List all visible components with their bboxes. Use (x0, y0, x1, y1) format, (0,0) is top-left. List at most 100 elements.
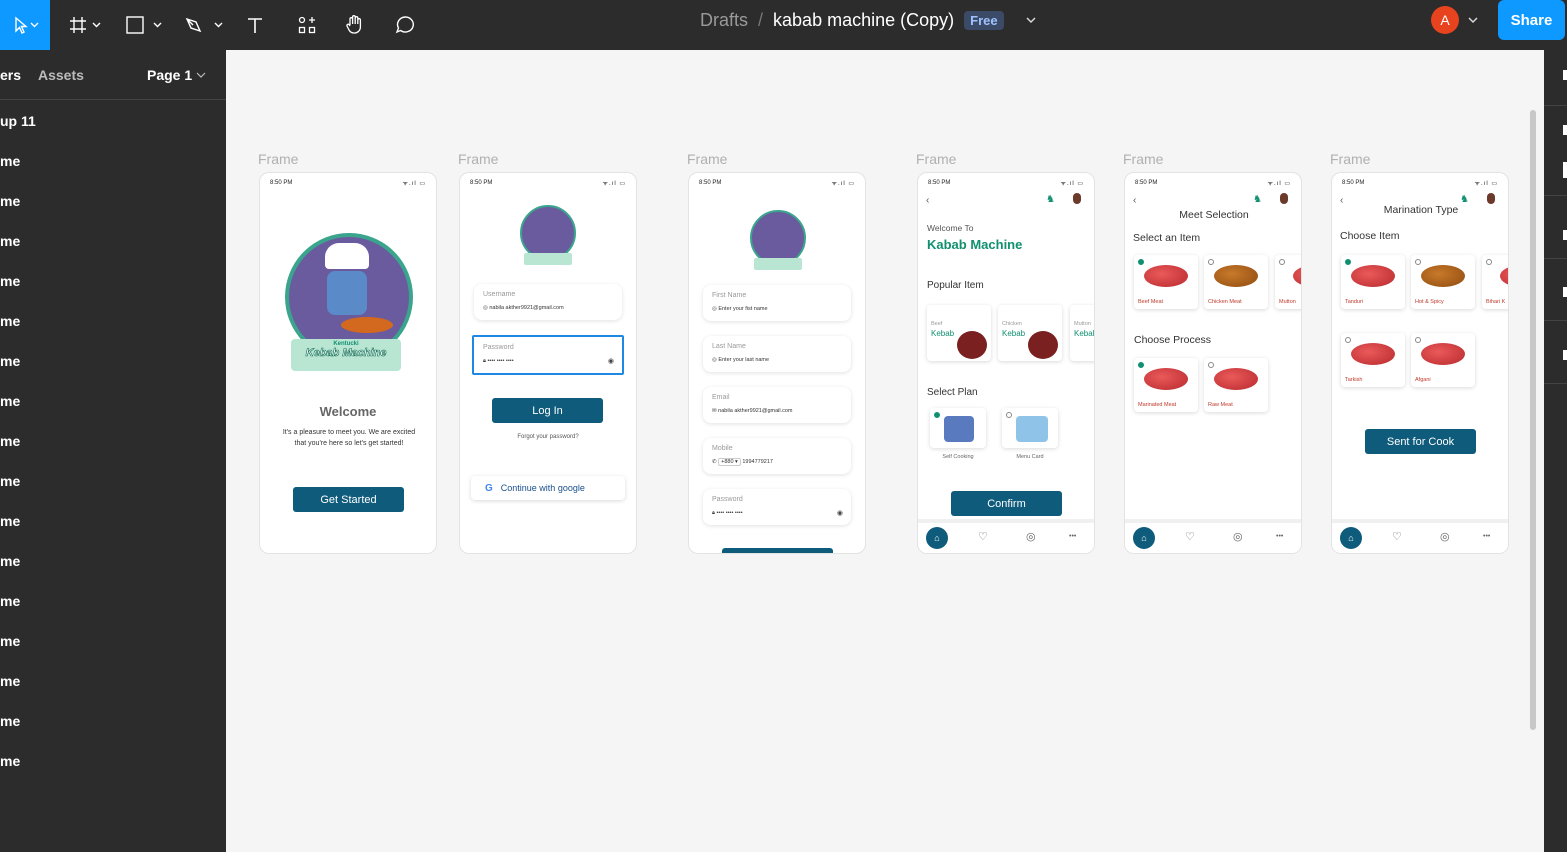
heart-icon[interactable]: ♡ (1392, 530, 1402, 543)
username-field[interactable]: Username ◎ nabila akther9921@gmail.com (474, 284, 622, 320)
bell-icon[interactable]: ♞ (1046, 194, 1055, 205)
panel-mark[interactable] (1563, 70, 1567, 80)
marination-card-afgani[interactable]: Afgani (1411, 333, 1475, 387)
back-chevron-icon[interactable]: ‹ (926, 195, 929, 206)
frame-welcome[interactable]: 8:50 PM ᯤ.ıl ▭ Kentucki Kebab Machine We… (259, 172, 437, 554)
tab-layers[interactable]: ers (0, 67, 21, 83)
frame-login[interactable]: 8:50 PM ᯤ.ıl ▭ Username ◎ nabila akther9… (459, 172, 637, 554)
tab-assets[interactable]: Assets (38, 67, 84, 83)
more-icon[interactable]: ••• (1276, 533, 1283, 540)
frame-label[interactable]: Frame (1330, 151, 1370, 167)
hand-tool-button[interactable] (342, 0, 368, 50)
item-radio[interactable] (1208, 259, 1214, 265)
plan-card-self-cooking[interactable] (930, 408, 986, 448)
profile-avatar[interactable] (1487, 193, 1495, 204)
bell-icon[interactable]: ♞ (1253, 194, 1262, 205)
heart-icon[interactable]: ♡ (978, 530, 988, 543)
layer-item[interactable]: me (0, 553, 20, 569)
back-chevron-icon[interactable]: ‹ (1133, 195, 1136, 206)
shape-tool-button[interactable] (122, 0, 164, 50)
item-radio[interactable] (1486, 259, 1492, 265)
country-code-select[interactable]: +880 ▾ (718, 458, 741, 466)
avatar-chevron-down-icon[interactable] (1466, 14, 1480, 26)
marination-card-tanduri[interactable]: Tanduri (1341, 255, 1405, 309)
frame-label[interactable]: Frame (1123, 151, 1163, 167)
signup-button-partial[interactable] (722, 548, 833, 553)
layer-item[interactable]: me (0, 513, 20, 529)
layer-item[interactable]: me (0, 753, 20, 769)
text-tool-button[interactable] (242, 0, 268, 50)
plan-radio[interactable] (1006, 412, 1012, 418)
layer-item[interactable]: me (0, 153, 20, 169)
login-button[interactable]: Log In (492, 398, 603, 423)
frame-label[interactable]: Frame (458, 151, 498, 167)
frame-signup[interactable]: 8:50 PM ᯤ.ıl ▭ First Name ◎ Enter your f… (688, 172, 866, 554)
canvas-scrollbar[interactable] (1530, 110, 1536, 730)
process-radio[interactable] (1208, 362, 1214, 368)
item-radio[interactable] (1415, 259, 1421, 265)
heart-icon[interactable]: ♡ (1185, 530, 1195, 543)
email-field[interactable]: Email ✉ nabila akther9921@gmail.com (703, 387, 851, 423)
frame-label[interactable]: Frame (916, 151, 956, 167)
layer-item[interactable]: me (0, 393, 20, 409)
first-name-field[interactable]: First Name ◎ Enter your fist name (703, 285, 851, 321)
page-selector[interactable]: Page 1 (147, 67, 207, 83)
home-icon[interactable]: ⌂ (926, 527, 948, 549)
google-login-button[interactable]: G Continue with google (471, 476, 625, 500)
process-card-raw[interactable]: Raw Meat (1204, 358, 1268, 412)
chevron-down-icon[interactable] (1020, 13, 1042, 27)
home-icon[interactable]: ⌂ (1133, 527, 1155, 549)
last-name-field[interactable]: Last Name ◎ Enter your last name (703, 336, 851, 372)
profile-icon[interactable]: ◎ (1440, 530, 1450, 543)
plan-badge[interactable]: Free (964, 10, 1004, 30)
more-icon[interactable]: ••• (1069, 533, 1076, 540)
plan-radio[interactable] (934, 412, 940, 418)
panel-mark[interactable] (1563, 287, 1567, 297)
item-radio[interactable] (1345, 337, 1351, 343)
home-icon[interactable]: ⌂ (1340, 527, 1362, 549)
user-avatar[interactable]: A (1431, 6, 1459, 34)
forgot-password-link[interactable]: Forgot your password? (460, 434, 636, 440)
process-card-marinated[interactable]: Marinated Meat (1134, 358, 1198, 412)
popular-item-card[interactable]: Beef Kebab (927, 305, 991, 361)
move-tool-button[interactable] (0, 0, 50, 50)
file-name[interactable]: kabab machine (Copy) (773, 10, 954, 31)
meat-card-beef[interactable]: Beef Meat (1134, 255, 1198, 309)
frame-label[interactable]: Frame (687, 151, 727, 167)
frame-tool-button[interactable] (64, 0, 106, 50)
get-started-button[interactable]: Get Started (293, 487, 404, 512)
popular-item-card[interactable]: Mutton Kebal (1070, 305, 1094, 361)
meat-card-chicken[interactable]: Chicken Meat (1204, 255, 1268, 309)
marination-card-tarkish[interactable]: Tarkish (1341, 333, 1405, 387)
mobile-field[interactable]: Mobile ✆ +880 ▾ 1994779217 (703, 438, 851, 474)
panel-mark[interactable] (1563, 125, 1567, 135)
item-radio[interactable] (1345, 259, 1351, 265)
meat-card-mutton[interactable]: Mutton (1275, 255, 1301, 309)
signup-password-field[interactable]: Password 🔒︎ •••• •••• •••• ◉ (703, 489, 851, 525)
eye-icon[interactable]: ◉ (837, 509, 843, 517)
confirm-button[interactable]: Confirm (951, 491, 1062, 516)
profile-icon[interactable]: ◎ (1026, 530, 1036, 543)
frame-home[interactable]: 8:50 PM ᯤ.ıl ▭ ‹ ♞ Welcome To Kabab Mach… (917, 172, 1095, 554)
layer-item[interactable]: me (0, 193, 20, 209)
item-radio[interactable] (1138, 259, 1144, 265)
layer-item[interactable]: me (0, 633, 20, 649)
layer-item[interactable]: me (0, 273, 20, 289)
layer-item[interactable]: me (0, 313, 20, 329)
layer-item[interactable]: me (0, 433, 20, 449)
layer-item[interactable]: me (0, 353, 20, 369)
layer-item[interactable]: me (0, 713, 20, 729)
frame-meat-selection[interactable]: 8:50 PM ᯤ.ıl ▭ ‹ ♞ Meet Selection Select… (1124, 172, 1302, 554)
process-radio[interactable] (1138, 362, 1144, 368)
layer-item[interactable]: me (0, 673, 20, 689)
panel-mark[interactable] (1563, 162, 1567, 178)
layer-item[interactable]: me (0, 233, 20, 249)
frame-marination-type[interactable]: 8:50 PM ᯤ.ıl ▭ ‹ ♞ Marination Type Choos… (1331, 172, 1509, 554)
profile-avatar[interactable] (1073, 193, 1081, 204)
profile-avatar[interactable] (1280, 193, 1288, 204)
layer-item[interactable]: me (0, 593, 20, 609)
layer-item[interactable]: up 11 (0, 113, 36, 129)
sent-for-cook-button[interactable]: Sent for Cook (1365, 429, 1476, 454)
password-field[interactable]: Password 🔒︎ •••• •••• •••• ◉ (472, 335, 624, 375)
resources-tool-button[interactable] (294, 0, 320, 50)
